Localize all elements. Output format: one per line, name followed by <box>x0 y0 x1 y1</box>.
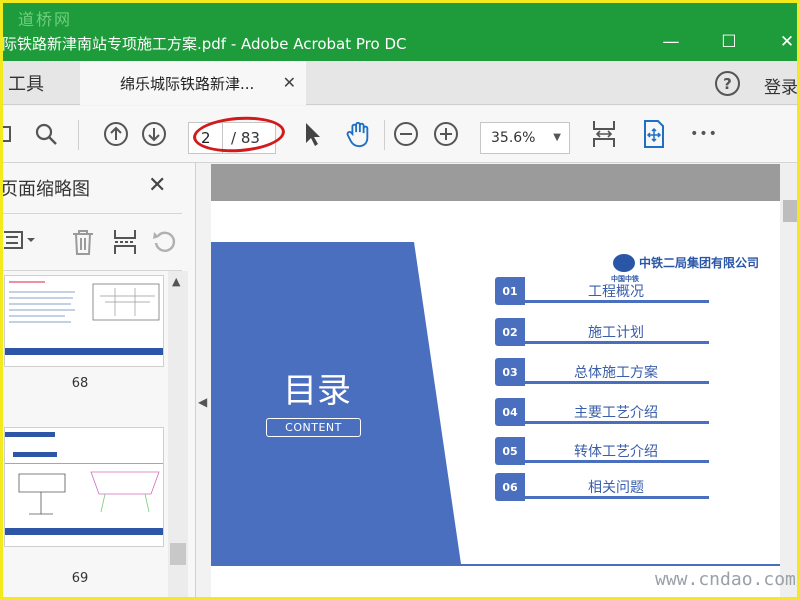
maximize-button[interactable]: ☐ <box>714 30 744 54</box>
toolbar-divider <box>384 120 385 150</box>
scrollbar-thumb[interactable] <box>783 200 797 222</box>
toc-number: 06 <box>495 473 525 501</box>
minimize-icon: — <box>662 32 680 52</box>
help-icon[interactable]: ? <box>715 71 740 96</box>
hand-tool-icon[interactable] <box>344 120 372 148</box>
search-icon[interactable] <box>32 120 60 148</box>
thumbnail-list: 68 69 <box>0 271 168 600</box>
thumbnail-page[interactable] <box>4 275 164 367</box>
toolbar-divider <box>78 120 79 150</box>
rotate-icon[interactable] <box>152 228 178 259</box>
toc-number: 05 <box>495 437 525 465</box>
toc-number: 01 <box>495 277 525 305</box>
toc-label: 施工计划 <box>588 325 644 341</box>
window-title: 际铁路新津南站专项施工方案.pdf - Adobe Acrobat Pro DC <box>2 35 407 53</box>
collapse-panel-icon[interactable]: ◀ <box>198 395 207 409</box>
page-bottom-rule <box>211 564 780 566</box>
thumbnail-panel: 页面缩略图 ✕ 68 69 ▲ <box>0 163 196 600</box>
scrollbar-thumb[interactable] <box>170 543 186 565</box>
tab-close-icon[interactable]: ✕ <box>283 73 296 92</box>
panel-toolbar <box>0 213 182 271</box>
scroll-up-icon[interactable]: ▲ <box>172 275 180 288</box>
minimize-button[interactable]: — <box>656 30 686 54</box>
zoom-out-icon[interactable] <box>392 120 420 148</box>
toc-label: 工程概况 <box>588 284 644 300</box>
toc-item: 03 总体施工方案 <box>495 358 711 386</box>
options-menu-icon[interactable] <box>0 228 38 257</box>
toc-item: 02 施工计划 <box>495 318 711 346</box>
toc-item: 01 工程概况 <box>495 277 711 305</box>
more-options-icon[interactable]: ••• <box>688 120 720 148</box>
close-icon: ✕ <box>779 32 795 52</box>
page-heading: 目录 <box>283 371 351 411</box>
full-screen-icon[interactable] <box>640 120 668 148</box>
zoom-value: 35.6% <box>491 130 536 146</box>
page-down-icon[interactable] <box>140 120 168 148</box>
document-scrollbar[interactable] <box>780 164 800 600</box>
panel-title: 页面缩略图 <box>0 179 90 200</box>
thumbnail-preview <box>5 428 163 546</box>
tab-tools[interactable]: 工具 <box>0 61 80 105</box>
toc-item: 06 相关问题 <box>495 473 711 501</box>
print-icon[interactable] <box>0 120 16 148</box>
maximize-icon: ☐ <box>721 32 737 52</box>
toolbar: 2 / 83 35.6% ▼ ••• <box>0 106 800 163</box>
toc-number: 03 <box>495 358 525 386</box>
company-logo <box>613 254 635 272</box>
thumbnail-preview <box>5 276 163 366</box>
tab-document[interactable]: 绵乐城际铁路新津... ✕ <box>80 61 306 105</box>
company-name: 中铁二局集团有限公司 <box>639 256 760 270</box>
page-up-icon[interactable] <box>102 120 130 148</box>
toc-item: 05 转体工艺介绍 <box>495 437 711 465</box>
chevron-down-icon: ▼ <box>553 132 561 143</box>
page-gap <box>211 164 780 201</box>
extract-pages-icon[interactable] <box>112 228 138 261</box>
watermark-logo: 道桥网 <box>18 10 73 29</box>
toc-label: 转体工艺介绍 <box>574 444 658 460</box>
content-subheading: CONTENT <box>266 418 361 437</box>
thumbnail-page-number: 68 <box>71 376 89 391</box>
thumbnail-page-number: 69 <box>71 571 89 586</box>
toc-item: 04 主要工艺介绍 <box>495 398 711 426</box>
tab-bar: 工具 绵乐城际铁路新津... ✕ ? 登录 <box>0 61 800 105</box>
fit-page-icon[interactable] <box>590 120 618 148</box>
login-link[interactable]: 登录 <box>764 73 798 98</box>
zoom-in-icon[interactable] <box>432 120 460 148</box>
thumbnail-page[interactable] <box>4 427 164 547</box>
toc-label: 相关问题 <box>588 480 644 496</box>
tab-document-label: 绵乐城际铁路新津... <box>120 74 255 93</box>
toc-label: 主要工艺介绍 <box>574 405 658 421</box>
toc-label: 总体施工方案 <box>574 365 658 381</box>
close-button[interactable]: ✕ <box>772 30 800 54</box>
watermark-url: www.cndao.com <box>655 569 796 590</box>
toc-number: 04 <box>495 398 525 426</box>
tab-tools-label: 工具 <box>8 74 44 95</box>
document-view: 目录 CONTENT 中铁二局集团有限公司 中国中铁 01 工程概况 02 施工… <box>211 164 800 600</box>
panel-close-icon[interactable]: ✕ <box>148 173 166 198</box>
toc-number: 02 <box>495 318 525 346</box>
delete-icon[interactable] <box>70 228 96 261</box>
title-bar: 道桥网 际铁路新津南站专项施工方案.pdf - Adobe Acrobat Pr… <box>0 0 800 61</box>
thumbnail-scrollbar[interactable]: ▲ <box>168 271 188 600</box>
zoom-select[interactable]: 35.6% ▼ <box>480 122 570 154</box>
select-cursor-icon[interactable] <box>298 120 326 148</box>
pdf-page: 目录 CONTENT 中铁二局集团有限公司 中国中铁 01 工程概况 02 施工… <box>211 201 780 600</box>
